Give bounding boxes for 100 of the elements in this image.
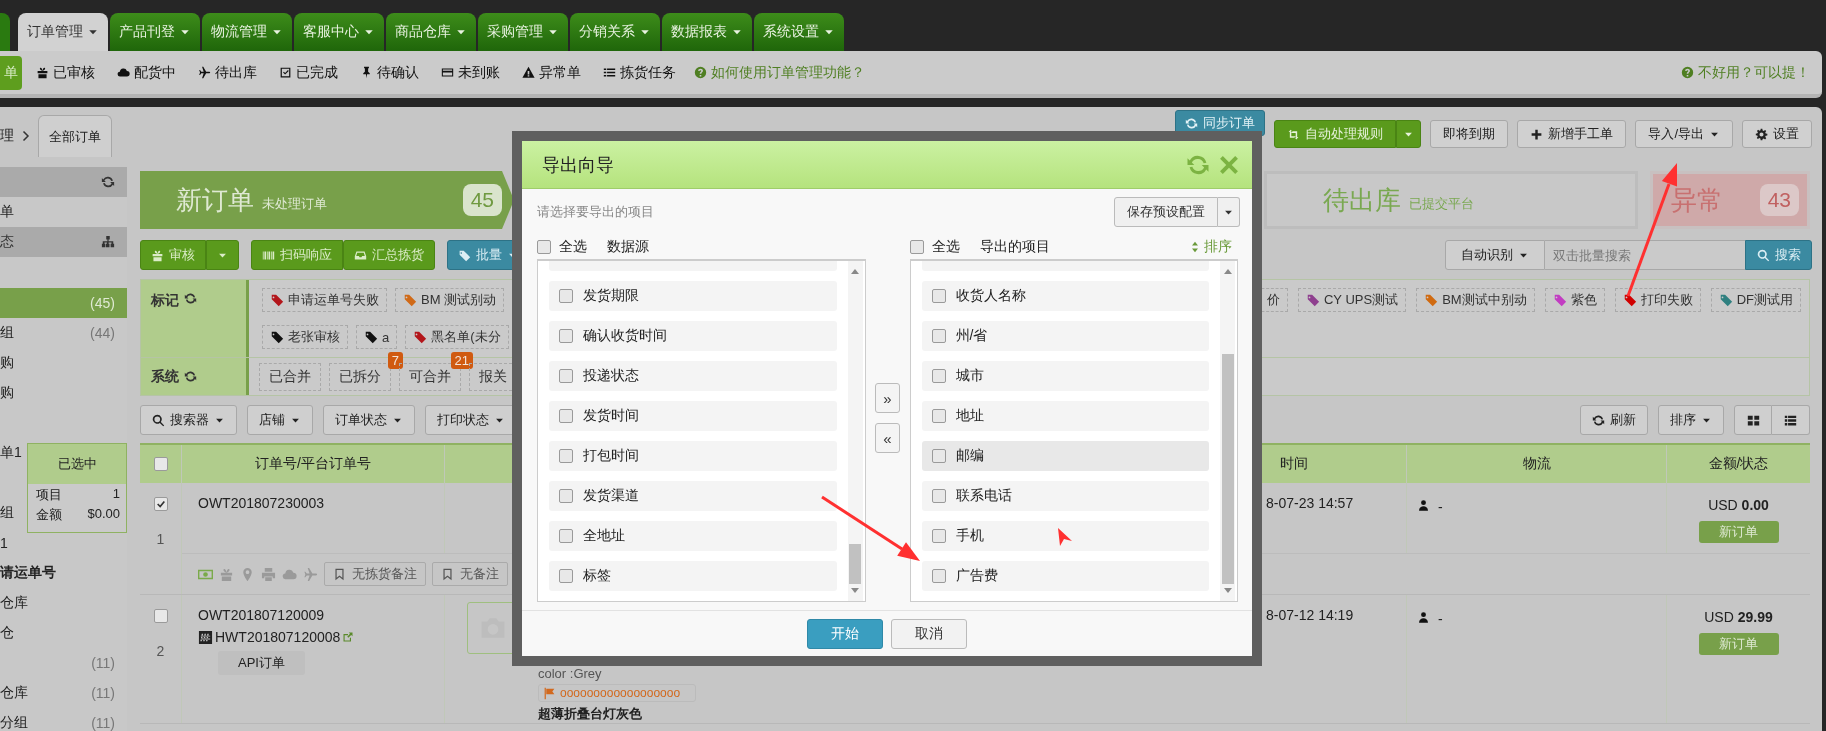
checkbox[interactable]: [931, 289, 946, 303]
scrollbar[interactable]: [847, 261, 863, 601]
checkbox[interactable]: [931, 489, 946, 503]
nav-tab[interactable]: 数据报表: [662, 13, 752, 51]
nav-tab[interactable]: 分销关系: [570, 13, 660, 51]
refresh-button[interactable]: 刷新: [1580, 405, 1648, 435]
checkbox[interactable]: [559, 409, 573, 423]
sidebar-item[interactable]: 购: [0, 378, 127, 408]
checkbox[interactable]: [559, 369, 573, 383]
filter-dropdown[interactable]: 搜索器: [140, 405, 237, 435]
checkbox[interactable]: [559, 289, 573, 303]
filter-dropdown[interactable]: 订单状态: [323, 405, 415, 435]
nav-tab[interactable]: 商品仓库: [386, 13, 476, 51]
note-tag[interactable]: 无备注: [432, 562, 508, 586]
nav-tab[interactable]: 物流管理: [202, 13, 292, 51]
sub-nav-item[interactable]: 拣货任务: [595, 55, 684, 90]
checkbox[interactable]: [153, 497, 168, 511]
sidebar-header[interactable]: [0, 167, 127, 197]
checkbox[interactable]: [559, 569, 573, 583]
close-icon[interactable]: [1218, 153, 1240, 176]
scrollbar[interactable]: [1220, 261, 1235, 601]
tag-section-label[interactable]: 系统: [141, 358, 249, 395]
nav-tab[interactable]: 采购管理: [478, 13, 568, 51]
sidebar-item[interactable]: 仓库: [0, 588, 127, 618]
search-mode-dropdown[interactable]: 自动识别: [1445, 240, 1545, 270]
list-item[interactable]: 收货人名称: [921, 281, 1209, 311]
checkbox[interactable]: [931, 409, 946, 423]
tag-chip[interactable]: CY UPS测试: [1298, 288, 1407, 312]
move-left-button[interactable]: «: [875, 423, 900, 453]
save-preset-button[interactable]: 保存预设配置: [1114, 197, 1218, 227]
cancel-button[interactable]: 取消: [891, 618, 967, 649]
list-view-button[interactable]: [1772, 405, 1810, 435]
sub-nav-item[interactable]: 已审核: [28, 55, 103, 90]
checkbox[interactable]: [559, 489, 573, 503]
sidebar-item[interactable]: 仓: [0, 618, 127, 648]
toolbar-button[interactable]: 设置: [1742, 120, 1812, 148]
tag-chip[interactable]: DF测试用: [1710, 288, 1801, 312]
list-item[interactable]: 标签: [549, 561, 837, 591]
filter-dropdown[interactable]: 店铺: [247, 405, 313, 435]
list-item[interactable]: 打包时间: [549, 441, 837, 471]
tag-chip[interactable]: a: [356, 325, 398, 349]
page-tab[interactable]: 全部订单: [38, 115, 112, 157]
list-item[interactable]: 发货时间: [549, 401, 837, 431]
breadcrumb-item[interactable]: 理: [0, 127, 14, 145]
list-item[interactable]: 投递状态: [549, 361, 837, 391]
sub-nav-item[interactable]: 已完成: [271, 55, 346, 90]
tag-chip[interactable]: BM 测试别动: [395, 288, 505, 312]
move-right-button[interactable]: »: [875, 383, 900, 413]
dropdown-toggle[interactable]: [206, 240, 239, 270]
list-item[interactable]: 手机: [921, 521, 1209, 551]
list-item[interactable]: 发货期限: [549, 281, 837, 311]
nav-tab[interactable]: 系统设置: [754, 13, 844, 51]
list-item[interactable]: 广告费: [921, 561, 1209, 591]
sub-nav-item[interactable]: 待出库: [190, 55, 265, 90]
grid-view-button[interactable]: [1734, 405, 1772, 435]
list-item[interactable]: 联系电话: [921, 481, 1209, 511]
tag-chip[interactable]: 打印失败: [1614, 288, 1701, 312]
list-item[interactable]: 邮编: [921, 441, 1209, 471]
order-number[interactable]: OWT201807120009: [198, 607, 444, 623]
tag-chip[interactable]: 黑名单(未分: [405, 325, 509, 349]
sort-dropdown[interactable]: 排序: [1658, 405, 1724, 435]
note-tag[interactable]: 无拣货备注: [324, 562, 426, 586]
toolbar-button[interactable]: 新增手工单: [1517, 120, 1627, 148]
checkbox[interactable]: [931, 369, 946, 383]
dropdown-toggle[interactable]: [1396, 120, 1422, 148]
checkbox[interactable]: [153, 457, 168, 471]
sidebar-item[interactable]: 仓库 (11): [0, 678, 127, 708]
tag-chip[interactable]: 已合并: [259, 362, 321, 391]
checkbox[interactable]: [909, 240, 924, 254]
checkbox[interactable]: [931, 329, 946, 343]
list-item[interactable]: 地址: [921, 401, 1209, 431]
sidebar-item[interactable]: 购: [0, 348, 127, 378]
tag-chip[interactable]: BM测试中别动: [1416, 288, 1535, 312]
sidebar-header[interactable]: 态: [0, 227, 127, 257]
list-item[interactable]: 全地址: [549, 521, 837, 551]
toolbar-button[interactable]: 即将到期: [1430, 120, 1509, 148]
dropdown-toggle[interactable]: [1218, 197, 1240, 227]
checkbox[interactable]: [559, 449, 573, 463]
sidebar-item[interactable]: 组 (44): [0, 318, 127, 348]
sub-nav-item[interactable]: 待确认: [352, 55, 427, 90]
search-field[interactable]: 双击批量搜索: [1545, 240, 1745, 270]
nav-tab[interactable]: [0, 13, 10, 51]
checkbox[interactable]: [559, 329, 573, 343]
order-number[interactable]: OWT201807230003: [198, 495, 444, 511]
list-item[interactable]: 城市: [921, 361, 1209, 391]
checkbox[interactable]: [931, 569, 946, 583]
external-link-icon[interactable]: [342, 631, 355, 643]
sidebar-item[interactable]: 分组 (11): [0, 708, 127, 731]
tag-section-label[interactable]: 标记: [141, 280, 249, 357]
checkbox[interactable]: [931, 529, 946, 543]
checkbox[interactable]: [153, 609, 168, 623]
list-item[interactable]: 发货渠道: [549, 481, 837, 511]
sidebar-item[interactable]: 单: [0, 197, 127, 227]
tag-chip[interactable]: 申请运单号失败: [262, 288, 387, 312]
nav-tab[interactable]: 客服中心: [294, 13, 384, 51]
checkbox[interactable]: [537, 240, 551, 254]
sub-nav-item[interactable]: 异常单: [514, 55, 589, 90]
nav-tab[interactable]: 产品刊登: [110, 13, 200, 51]
dropdown-button[interactable]: 导入/导出: [1635, 120, 1733, 148]
tag-chip[interactable]: 老张审核: [262, 325, 348, 349]
